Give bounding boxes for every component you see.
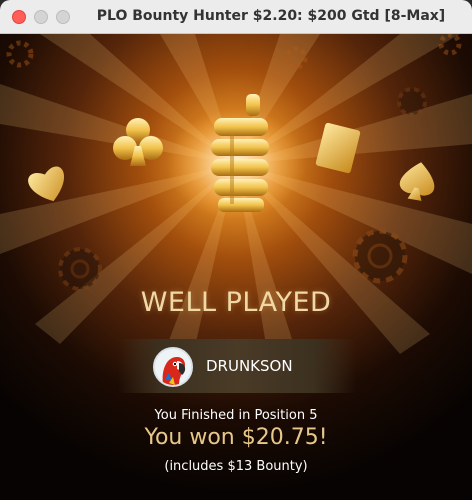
title-bar: PLO Bounty Hunter $2.20: $200 Gtd [8-Max… (0, 0, 472, 34)
finish-position-text: You Finished in Position 5 (154, 408, 318, 423)
parrot-avatar-icon (155, 349, 191, 385)
bounty-text: (includes $13 Bounty) (164, 459, 308, 474)
gear-icon (6, 40, 34, 68)
poker-chip-icon (397, 87, 427, 117)
tournament-result-window: PLO Bounty Hunter $2.20: $200 Gtd [8-Max… (0, 0, 472, 500)
zoom-button[interactable] (56, 10, 70, 24)
winnings-text: You won $20.75! (144, 425, 328, 450)
avatar (153, 347, 193, 387)
result-heading: WELL PLAYED (140, 287, 332, 318)
result-panel: WELL PLAYED DRUNKSON You Finished in Pos… (0, 34, 472, 500)
player-bar: DRUNKSON (118, 339, 356, 393)
player-name: DRUNKSON (206, 357, 293, 375)
poker-chip-icon (352, 228, 408, 284)
diamond-icon (315, 122, 361, 174)
spade-icon (399, 162, 435, 201)
minimize-button[interactable] (34, 10, 48, 24)
poker-chip-icon (58, 247, 102, 291)
close-button[interactable] (12, 10, 26, 24)
window-title: PLO Bounty Hunter $2.20: $200 Gtd [8-Max… (96, 8, 446, 24)
